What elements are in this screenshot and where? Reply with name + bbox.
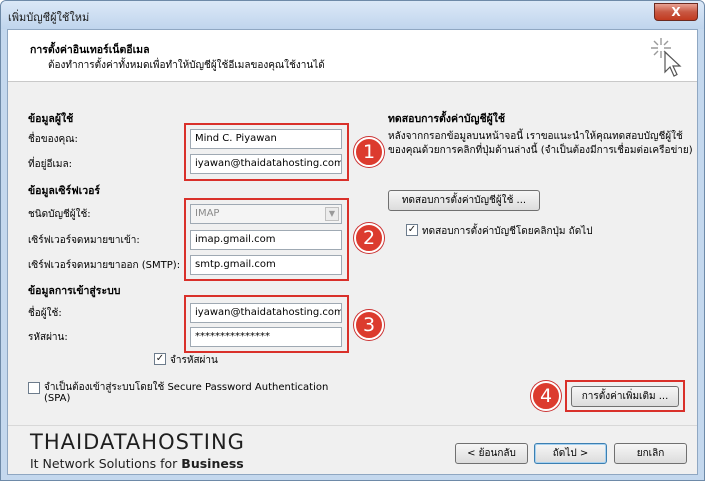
wand-cursor-icon <box>651 38 682 77</box>
spa-label-line2: (SPA) <box>44 393 71 404</box>
next-button[interactable]: ถัดไป > <box>534 443 607 464</box>
logo-tagline-main: It Network Solutions for <box>30 456 182 471</box>
auto-test-label: ทดสอบการตั้งค่าบัญชีโดยคลิกปุ่ม ถัดไป <box>422 226 593 237</box>
annotation-badge-1: 1 <box>354 137 384 167</box>
password-label: รหัสผ่าน: <box>28 332 68 343</box>
name-label: ชื่อของคุณ: <box>28 134 78 145</box>
header-title: การตั้งค่าอินเทอร์เน็ตอีเมล <box>30 44 150 56</box>
username-label: ชื่อผู้ใช้: <box>28 308 62 319</box>
section-logon-info: ข้อมูลการเข้าสู่ระบบ <box>28 285 121 297</box>
test-description: หลังจากกรอกข้อมูลบนหน้าจอนี้ เราขอแนะนำใ… <box>388 131 693 156</box>
remember-password-checkbox[interactable]: ✓ <box>154 353 166 365</box>
cancel-button[interactable]: ยกเลิก <box>614 443 687 464</box>
auto-test-checkbox[interactable]: ✓ <box>406 224 418 236</box>
dialog-window: เพิ่มบัญชีผู้ใช้ใหม่ X การตั้งค่าอินเทอร… <box>0 0 705 481</box>
annotation-badge-2: 2 <box>354 223 384 253</box>
logo-tagline: It Network Solutions for Business <box>30 456 244 471</box>
annotation-box-1 <box>184 123 349 181</box>
window-title: เพิ่มบัญชีผู้ใช้ใหม่ <box>8 11 90 24</box>
annotation-box-3 <box>184 295 349 353</box>
email-label: ที่อยู่อีเมล: <box>28 159 72 170</box>
close-button[interactable]: X <box>654 3 698 21</box>
annotation-badge-3: 3 <box>354 310 384 340</box>
header-panel: การตั้งค่าอินเทอร์เน็ตอีเมล ต้องทำการตั้… <box>8 30 697 82</box>
dialog-client-area: การตั้งค่าอินเทอร์เน็ตอีเมล ต้องทำการตั้… <box>7 29 698 475</box>
header-subtitle: ต้องทำการตั้งค่าทั้งหมดเพื่อทำให้บัญชีผู… <box>48 60 325 71</box>
section-test-settings: ทดสอบการตั้งค่าบัญชีผู้ใช้ <box>388 113 506 125</box>
remember-password-label: จำรหัสผ่าน <box>170 355 218 366</box>
title-bar[interactable]: เพิ่มบัญชีผู้ใช้ใหม่ X <box>1 1 704 29</box>
outgoing-server-label: เซิร์ฟเวอร์จดหมายขาออก (SMTP): <box>28 260 181 271</box>
back-button[interactable]: < ย้อนกลับ <box>455 443 528 464</box>
section-user-info: ข้อมูลผู้ใช้ <box>28 113 74 125</box>
annotation-badge-4: 4 <box>531 381 561 411</box>
footer-divider <box>8 425 697 426</box>
spa-checkbox[interactable] <box>28 382 40 394</box>
spa-label-line1: จำเป็นต้องเข้าสู่ระบบโดยใช้ Secure Passw… <box>44 382 329 393</box>
test-account-button[interactable]: ทดสอบการตั้งค่าบัญชีผู้ใช้ ... <box>388 190 540 211</box>
logo-tagline-bold: Business <box>181 456 244 471</box>
annotation-box-2 <box>184 198 349 281</box>
account-type-label: ชนิดบัญชีผู้ใช้: <box>28 209 91 220</box>
section-server-info: ข้อมูลเซิร์ฟเวอร์ <box>28 185 101 197</box>
more-settings-button[interactable]: การตั้งค่าเพิ่มเติม ... <box>571 386 679 407</box>
logo-text: THAIDATAHOSTING <box>30 430 245 454</box>
incoming-server-label: เซิร์ฟเวอร์จดหมายขาเข้า: <box>28 235 140 246</box>
